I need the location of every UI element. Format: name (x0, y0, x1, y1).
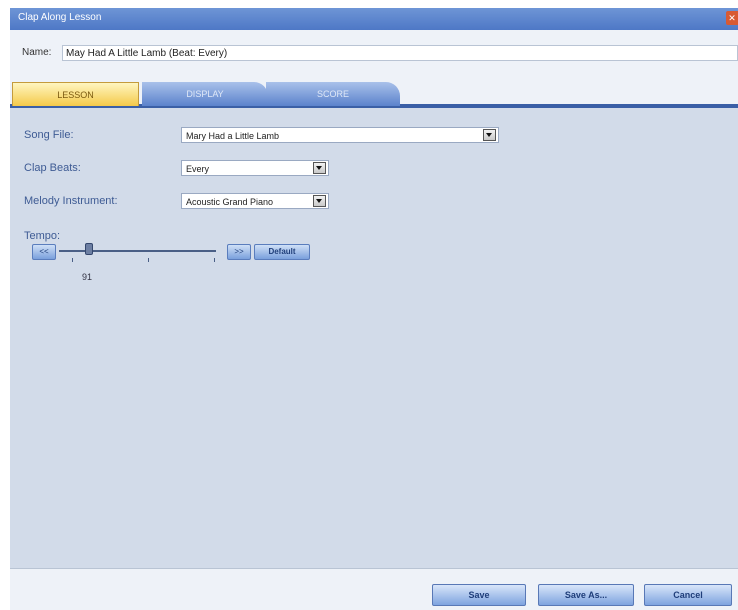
clap-beats-value: Every (186, 164, 210, 174)
lesson-panel: Song File: Mary Had a Little Lamb Clap B… (10, 108, 738, 568)
clap-along-dialog: Clap Along Lesson ✕ Name: May Had A Litt… (10, 8, 738, 610)
save-button[interactable]: Save (432, 584, 526, 606)
tab-lesson[interactable]: LESSON (12, 82, 139, 106)
dropdown-arrow-icon[interactable] (313, 195, 326, 207)
cancel-button[interactable]: Cancel (644, 584, 732, 606)
window-title: Clap Along Lesson (18, 12, 102, 23)
song-file-label: Song File: (24, 129, 74, 141)
tab-display[interactable]: DISPLAY (142, 82, 268, 106)
name-row: Name: May Had A Little Lamb (Beat: Every… (10, 30, 738, 72)
clap-beats-label: Clap Beats: (24, 162, 81, 174)
save-as-button[interactable]: Save As... (538, 584, 634, 606)
melody-instrument-select[interactable]: Acoustic Grand Piano (181, 193, 329, 209)
dropdown-arrow-icon[interactable] (313, 162, 326, 174)
name-label: Name: (22, 47, 52, 58)
tempo-tick (148, 258, 149, 262)
melody-instrument-value: Acoustic Grand Piano (186, 197, 274, 207)
tempo-value: 91 (82, 272, 93, 282)
song-file-value: Mary Had a Little Lamb (186, 131, 280, 141)
close-icon[interactable]: ✕ (726, 11, 738, 25)
clap-beats-select[interactable]: Every (181, 160, 329, 176)
melody-instrument-label: Melody Instrument: (24, 195, 118, 207)
tab-score[interactable]: SCORE (266, 82, 400, 106)
tempo-default-button[interactable]: Default (254, 244, 310, 260)
name-field[interactable]: May Had A Little Lamb (Beat: Every) (62, 45, 738, 61)
tempo-label: Tempo: (24, 230, 61, 242)
title-bar: Clap Along Lesson ✕ (10, 8, 738, 30)
dropdown-arrow-icon[interactable] (483, 129, 496, 141)
tempo-tick (214, 258, 215, 262)
tempo-tick (72, 258, 73, 262)
dialog-footer: Save Save As... Cancel (10, 568, 738, 610)
tempo-slower-button[interactable]: << (32, 244, 56, 260)
tempo-slider-track[interactable] (59, 250, 216, 252)
song-file-select[interactable]: Mary Had a Little Lamb (181, 127, 499, 143)
tempo-slider-thumb[interactable] (85, 243, 93, 255)
tempo-faster-button[interactable]: >> (227, 244, 251, 260)
